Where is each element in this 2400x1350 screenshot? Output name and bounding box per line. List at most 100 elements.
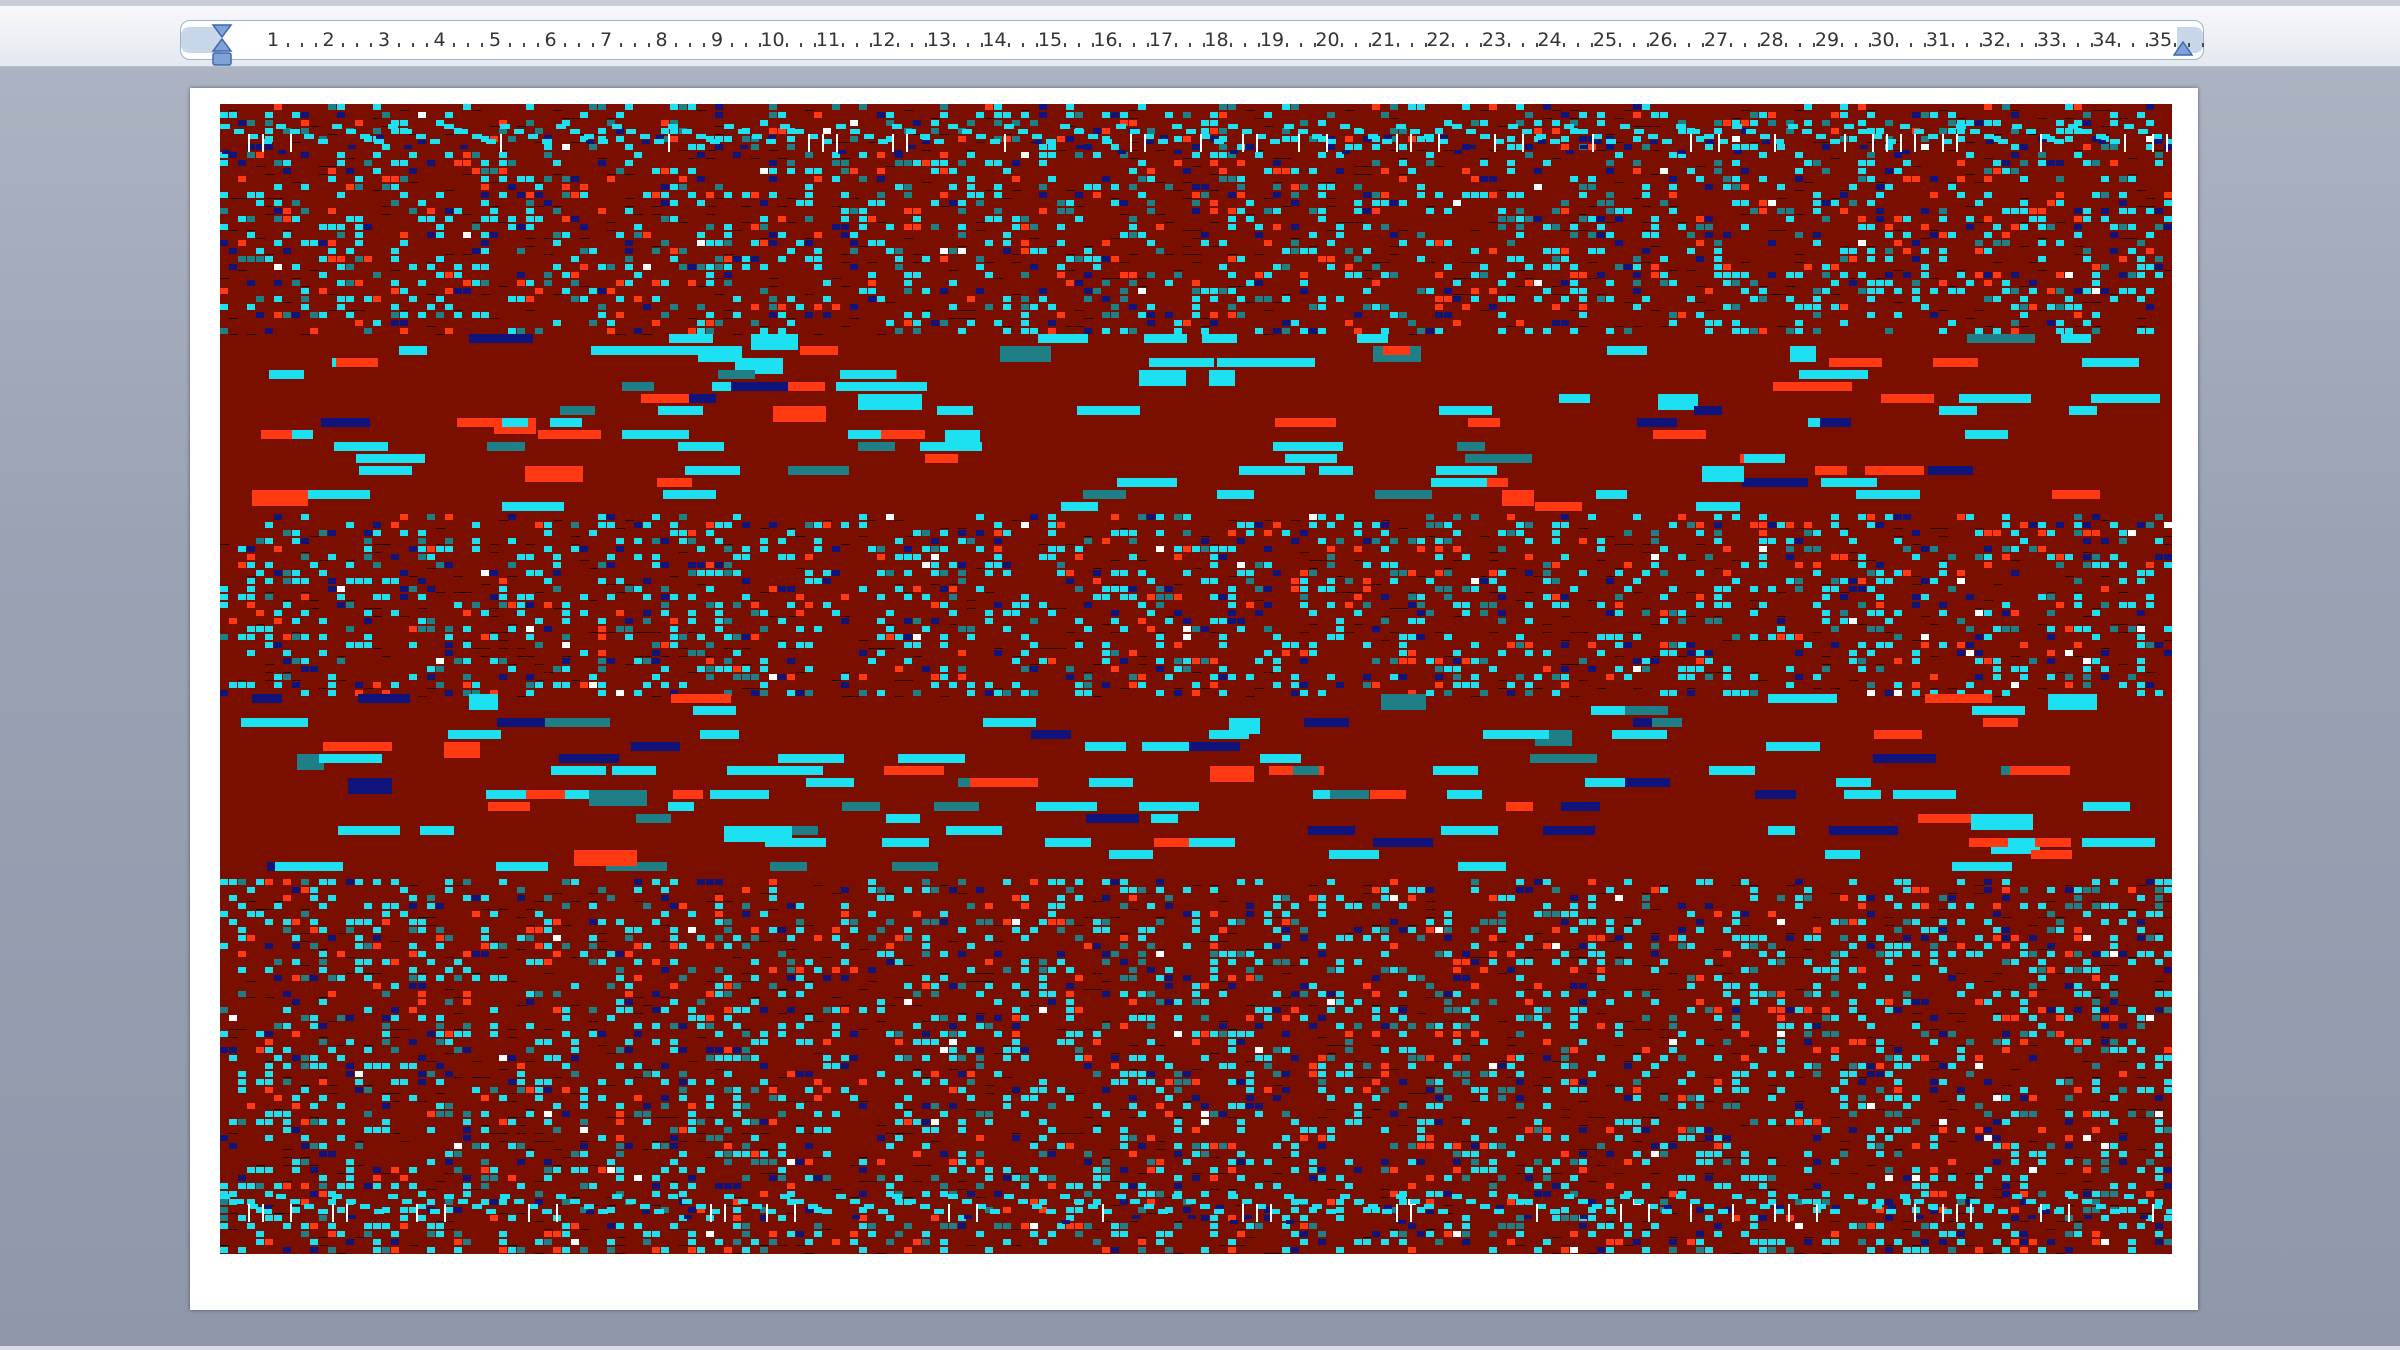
- ruler-tick: [342, 43, 345, 47]
- ruler-tick: [2201, 43, 2204, 47]
- ruler-tick: [1951, 43, 1954, 47]
- ruler-tick: [647, 43, 650, 47]
- ruler-tick: [314, 43, 317, 47]
- ruler-tick: [1452, 43, 1455, 47]
- ruler-number: 31: [1925, 29, 1951, 51]
- ruler-number: 10: [760, 29, 785, 51]
- ruler-tick: [1799, 43, 1802, 47]
- ruler-number: 27: [1703, 29, 1729, 51]
- ruler-tick: [689, 43, 692, 47]
- ruler-number: 29: [1814, 29, 1840, 51]
- ruler-tick: [356, 43, 359, 47]
- ruler-number: 11: [815, 29, 841, 51]
- ruler-number: 16: [1093, 29, 1118, 51]
- ruler-tick: [2007, 43, 2010, 47]
- ruler-tick: [1785, 43, 1788, 47]
- ruler-tick: [966, 43, 969, 47]
- ruler-tick: [855, 43, 858, 47]
- ruler-number: 19: [1259, 29, 1285, 51]
- right-indent-marker-icon[interactable]: [2173, 41, 2193, 57]
- ruler-number: 8: [655, 29, 668, 51]
- ruler-tick: [1355, 43, 1358, 47]
- ruler-tick: [841, 43, 844, 47]
- ruler-tick: [1466, 43, 1469, 47]
- ruler-number: 4: [433, 29, 446, 51]
- ruler-tick: [1688, 43, 1691, 47]
- ruler-tick: [619, 43, 622, 47]
- ruler-number: 9: [710, 29, 724, 51]
- ruler-tick: [1632, 43, 1635, 47]
- ruler-tick: [1840, 43, 1843, 47]
- ruler-tick: [1244, 43, 1247, 47]
- ruler-number: 21: [1370, 29, 1396, 51]
- ruler-tick: [411, 43, 414, 47]
- status-bar-edge: [0, 1346, 2400, 1350]
- ruler-bar: 1 2 3 4 5 6 7 8 9 10 11 12 13 14 15 16 17 18 19 20 21 22 23 24 2…: [0, 6, 2400, 67]
- ruler-number: 17: [1148, 29, 1174, 51]
- ruler-number: 25: [1592, 29, 1618, 51]
- ruler-tick: [508, 43, 511, 47]
- ruler-tick: [1077, 43, 1080, 47]
- ruler-tick: [730, 43, 733, 47]
- horizontal-ruler[interactable]: 1 2 3 4 5 6 7 8 9 10 11 12 13 14 15 16 17 18 19 20 21 22 23 24 2…: [180, 20, 2204, 66]
- ruler-tick: [592, 43, 595, 47]
- ruler-tick: [1008, 43, 1011, 47]
- ruler-number: 26: [1648, 29, 1673, 51]
- ruler-tick: [911, 43, 914, 47]
- ruler-number: 32: [1981, 29, 2006, 51]
- ruler-tick: [522, 43, 525, 47]
- ruler-number: 22: [1426, 29, 1451, 51]
- ruler-number: 33: [2036, 29, 2062, 51]
- ruler-tick: [2132, 43, 2135, 47]
- ruler-tick: [300, 43, 303, 47]
- ruler-tick: [453, 43, 456, 47]
- ruler-number: 15: [1037, 29, 1063, 51]
- ruler-tick: [1965, 43, 1968, 47]
- ruler-number: 7: [599, 29, 613, 51]
- document-page[interactable]: [190, 88, 2198, 1310]
- ruler-tick: [1133, 43, 1136, 47]
- ruler-number: 12: [871, 29, 896, 51]
- ruler-tick: [578, 43, 581, 47]
- ruler-tick: [786, 43, 789, 47]
- ruler-tick: [675, 43, 678, 47]
- ruler-tick: [1743, 43, 1746, 47]
- ruler-tick: [2187, 43, 2190, 47]
- pattern-image: [220, 104, 2172, 1254]
- ruler-tick: [467, 43, 470, 47]
- indent-marker-icon[interactable]: [211, 23, 233, 69]
- ruler-tick: [370, 43, 373, 47]
- ruler-tick: [2076, 43, 2079, 47]
- ruler-number: 6: [544, 29, 557, 51]
- ruler-tick: [2118, 43, 2121, 47]
- ruler-number: 28: [1759, 29, 1784, 51]
- ruler-tick: [800, 43, 803, 47]
- ruler-number: 34: [2092, 29, 2117, 51]
- ruler-tick: [744, 43, 747, 47]
- ruler-tick: [633, 43, 636, 47]
- ruler-tick: [2173, 43, 2176, 47]
- ruler-tick: [481, 43, 484, 47]
- ruler-tick: [536, 43, 539, 47]
- ruler-tick: [1618, 43, 1621, 47]
- ruler-tick: [1674, 43, 1677, 47]
- ruler-tick: [1285, 43, 1288, 47]
- ruler-tick: [703, 43, 706, 47]
- ruler-tick: [397, 43, 400, 47]
- ruler-number: 2: [322, 29, 335, 51]
- ruler-tick: [1022, 43, 1025, 47]
- ruler-number: 14: [982, 29, 1007, 51]
- ruler-number: 3: [377, 29, 391, 51]
- ruler-number: 23: [1481, 29, 1507, 51]
- ruler-tick: [1174, 43, 1177, 47]
- ruler-tick: [2062, 43, 2065, 47]
- ruler-tick: [1896, 43, 1899, 47]
- ruler-tick: [1410, 43, 1413, 47]
- ruler-number: 13: [926, 29, 952, 51]
- ruler-number: 30: [1870, 29, 1895, 51]
- ruler-tick: [1521, 43, 1524, 47]
- ruler-tick: [1507, 43, 1510, 47]
- ruler-number: 24: [1537, 29, 1562, 51]
- ruler-tick: [1063, 43, 1066, 47]
- ruler-number: 20: [1315, 29, 1340, 51]
